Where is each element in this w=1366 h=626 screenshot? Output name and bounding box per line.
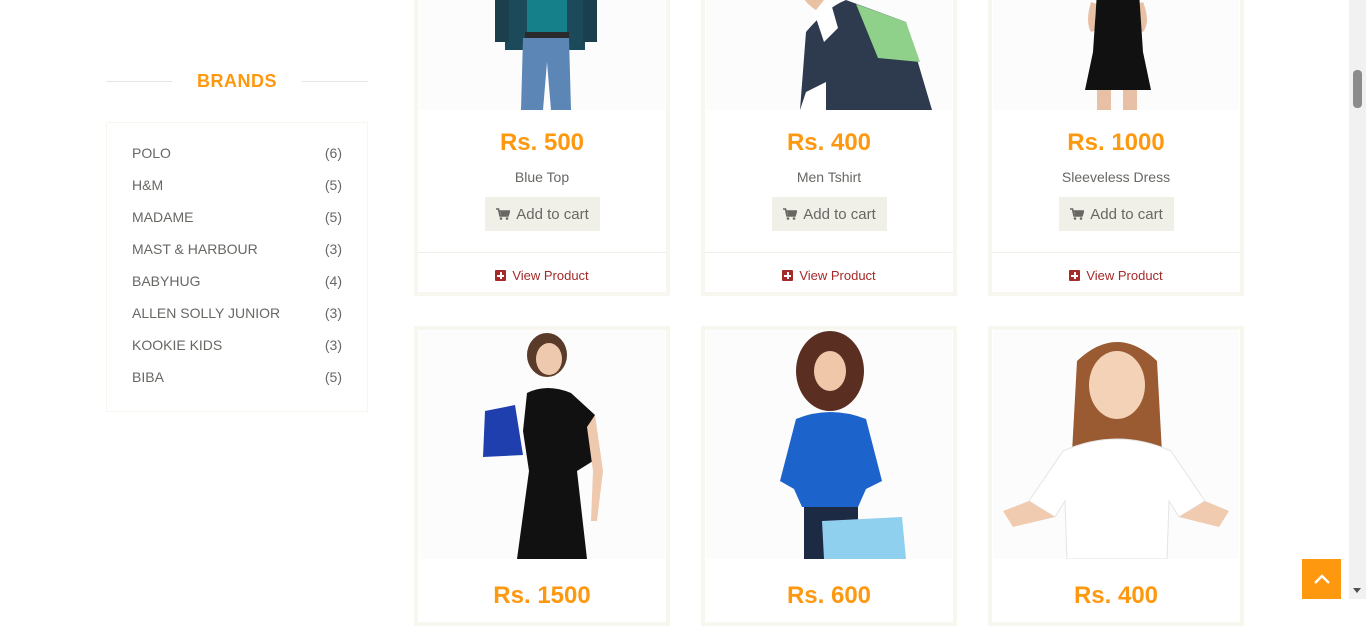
product-image bbox=[993, 0, 1239, 110]
brand-item-mast-harbour[interactable]: MAST & HARBOUR (3) bbox=[132, 239, 342, 271]
heading-rule-left bbox=[106, 81, 172, 82]
brand-name[interactable]: MAST & HARBOUR bbox=[132, 239, 258, 259]
cart-icon bbox=[783, 208, 798, 220]
product-price: Rs. 600 bbox=[786, 582, 872, 609]
brand-count: (5) bbox=[324, 177, 342, 193]
add-to-cart-button[interactable]: Add to cart bbox=[485, 197, 600, 231]
view-product-link[interactable]: View Product bbox=[992, 268, 1240, 283]
product-price: Rs. 1500 bbox=[493, 582, 591, 609]
product-card-men-tshirt: Rs. 400 Men Tshirt Add to cart View Prod… bbox=[701, 0, 957, 296]
product-card-blue-top: Rs. 500 Blue Top Add to cart View Produc… bbox=[414, 0, 670, 296]
brand-count: (3) bbox=[324, 241, 342, 257]
add-to-cart-button[interactable]: Add to cart bbox=[772, 197, 887, 231]
add-to-cart-label: Add to cart bbox=[1090, 205, 1163, 223]
product-photo-woman-white-tshirt bbox=[993, 331, 1239, 559]
product-card-6: Rs. 400 bbox=[988, 326, 1244, 626]
product-image bbox=[419, 0, 665, 110]
brand-item-madame[interactable]: MADAME (5) bbox=[132, 207, 342, 239]
product-card-sleeveless-dress: Rs. 1000 Sleeveless Dress Add to cart Vi… bbox=[988, 0, 1244, 296]
view-product-label: View Product bbox=[1086, 268, 1163, 283]
product-name: Men Tshirt bbox=[796, 169, 862, 185]
heading-rule-right bbox=[302, 81, 368, 82]
product-name: Sleeveless Dress bbox=[1061, 169, 1171, 185]
brand-name[interactable]: KOOKIE KIDS bbox=[132, 335, 222, 355]
product-photo-woman-blue-top-bag bbox=[706, 331, 952, 559]
brand-name[interactable]: ALLEN SOLLY JUNIOR bbox=[132, 303, 280, 323]
card-divider bbox=[705, 252, 953, 253]
brand-count: (3) bbox=[324, 337, 342, 353]
brand-count: (5) bbox=[324, 209, 342, 225]
scroll-down-arrow-icon[interactable] bbox=[1353, 588, 1361, 593]
add-to-cart-label: Add to cart bbox=[803, 205, 876, 223]
brand-item-hm[interactable]: H&M (5) bbox=[132, 175, 342, 207]
brand-item-biba[interactable]: BIBA (5) bbox=[132, 367, 342, 399]
brand-name[interactable]: H&M bbox=[132, 175, 163, 195]
product-card-4: Rs. 1500 bbox=[414, 326, 670, 626]
card-divider bbox=[992, 252, 1240, 253]
plus-square-icon bbox=[1069, 270, 1081, 281]
view-product-label: View Product bbox=[799, 268, 876, 283]
brand-name[interactable]: POLO bbox=[132, 143, 171, 163]
scroll-to-top-button[interactable] bbox=[1302, 559, 1341, 599]
brand-item-kookie-kids[interactable]: KOOKIE KIDS (3) bbox=[132, 335, 342, 367]
product-card-5: Rs. 600 bbox=[701, 326, 957, 626]
product-image bbox=[419, 331, 665, 559]
product-photo-woman-cardigan bbox=[419, 0, 665, 110]
chevron-up-icon bbox=[1313, 574, 1330, 584]
brands-title: BRANDS bbox=[196, 71, 277, 91]
view-product-link[interactable]: View Product bbox=[705, 268, 953, 283]
product-image bbox=[706, 0, 952, 110]
plus-square-icon bbox=[495, 270, 507, 281]
product-photo-man-tshirt bbox=[706, 0, 952, 110]
brands-list: POLO (6) H&M (5) MADAME (5) MAST & HARBO… bbox=[106, 122, 368, 412]
brand-item-allen-solly-junior[interactable]: ALLEN SOLLY JUNIOR (3) bbox=[132, 303, 342, 335]
brand-item-polo[interactable]: POLO (6) bbox=[132, 143, 342, 175]
product-price: Rs. 500 bbox=[499, 129, 585, 156]
brand-count: (3) bbox=[324, 305, 342, 321]
cart-icon bbox=[1070, 208, 1085, 220]
product-photo-black-dress bbox=[993, 0, 1239, 110]
product-price: Rs. 400 bbox=[1073, 582, 1159, 609]
view-product-label: View Product bbox=[512, 268, 589, 283]
add-to-cart-label: Add to cart bbox=[516, 205, 589, 223]
product-photo-woman-black-dress-bag bbox=[419, 331, 665, 559]
brands-heading: BRANDS bbox=[106, 70, 368, 92]
brand-name[interactable]: BIBA bbox=[132, 367, 164, 387]
product-image bbox=[706, 331, 952, 559]
brand-item-babyhug[interactable]: BABYHUG (4) bbox=[132, 271, 342, 303]
product-price: Rs. 400 bbox=[786, 129, 872, 156]
add-to-cart-button[interactable]: Add to cart bbox=[1059, 197, 1174, 231]
cart-icon bbox=[496, 208, 511, 220]
product-image bbox=[993, 331, 1239, 559]
plus-square-icon bbox=[782, 270, 794, 281]
product-price: Rs. 1000 bbox=[1067, 129, 1165, 156]
brand-name[interactable]: BABYHUG bbox=[132, 271, 200, 291]
brand-count: (4) bbox=[324, 273, 342, 289]
product-name: Blue Top bbox=[514, 169, 570, 185]
brand-count: (5) bbox=[324, 369, 342, 385]
brand-count: (6) bbox=[324, 145, 342, 161]
vertical-scrollbar[interactable] bbox=[1349, 0, 1366, 599]
scrollbar-thumb[interactable] bbox=[1353, 70, 1362, 108]
brand-name[interactable]: MADAME bbox=[132, 207, 193, 227]
card-divider bbox=[418, 252, 666, 253]
view-product-link[interactable]: View Product bbox=[418, 268, 666, 283]
